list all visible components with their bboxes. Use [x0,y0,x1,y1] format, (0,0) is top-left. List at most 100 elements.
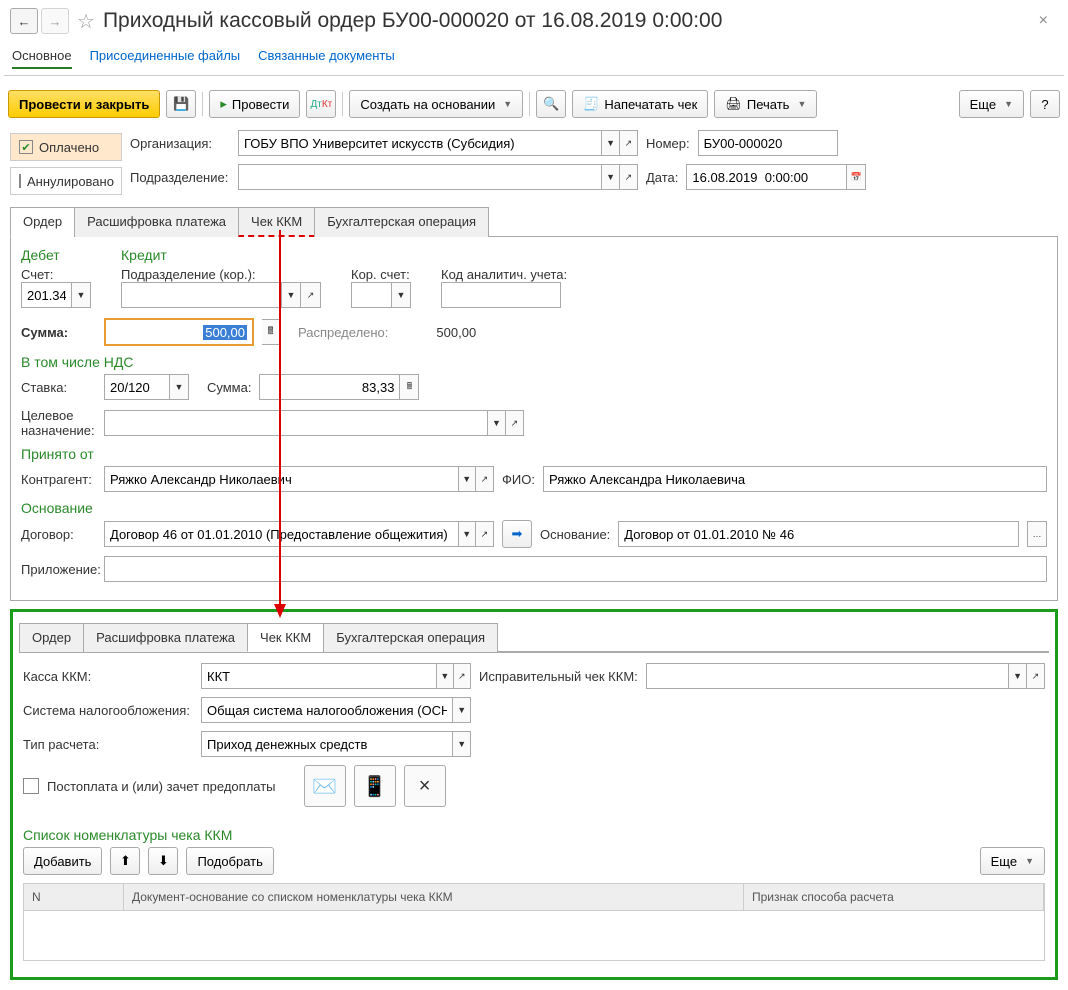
dropdown-button[interactable]: ▼ [487,410,505,436]
open-button[interactable]: ↗ [506,410,524,436]
dropdown-button[interactable]: ▼ [169,374,189,400]
taxsys-input[interactable] [201,697,452,723]
checkbox-empty-icon [19,174,21,188]
open-button[interactable]: ↗ [1027,663,1045,689]
dropdown-button[interactable]: ▼ [601,130,619,156]
paid-checkbox[interactable]: ✔Оплачено [10,133,122,161]
attachment-label: Приложение: [21,562,96,577]
arrow-down-icon: ⬇ [158,853,169,869]
clear-button[interactable]: × [404,765,446,807]
calendar-button[interactable]: 📅 [846,164,866,190]
ellipsis-button[interactable]: … [1027,521,1047,547]
phone-button[interactable]: 📱 [354,765,396,807]
tab2-kkm[interactable]: Чек ККМ [247,623,324,652]
col-sign: Признак способа расчета [744,884,1044,910]
kkm-tab-content: Касса ККМ: ▼↗ Исправительный чек ККМ: ▼↗… [19,652,1049,971]
contractor-input[interactable] [104,466,458,492]
analytic-label: Код аналитич. учета: [441,267,567,282]
annulled-checkbox[interactable]: Аннулировано [10,167,122,195]
move-down-button[interactable]: ⬇ [148,847,178,875]
corr-check-label: Исправительный чек ККМ: [479,669,638,684]
print-button[interactable]: 🖨Печать▼ [714,90,817,118]
dropdown-button[interactable]: ▼ [458,466,476,492]
more2-button[interactable]: Еще▼ [980,847,1045,875]
org-input[interactable] [238,130,601,156]
nav-back-button[interactable]: ← [10,8,38,34]
dropdown-button[interactable]: ▼ [458,521,476,547]
dropdown-button[interactable]: ▼ [452,731,471,757]
analytic-input[interactable] [441,282,561,308]
tab-decode[interactable]: Расшифровка платежа [74,207,239,237]
open-button[interactable]: ↗ [476,521,494,547]
attachment-input[interactable] [104,556,1047,582]
account-input[interactable] [21,282,71,308]
dropdown-button[interactable]: ▼ [391,282,411,308]
open-button[interactable]: ↗ [454,663,471,689]
basis-input[interactable] [618,521,1019,547]
cor-acc-label: Кор. счет: [351,267,411,282]
number-input[interactable] [698,130,838,156]
contract-input[interactable] [104,521,458,547]
section-tab-related[interactable]: Связанные документы [258,44,395,69]
cor-acc-input[interactable] [351,282,391,308]
create-based-button[interactable]: Создать на основании▼ [349,90,523,118]
postpay-checkbox[interactable] [23,778,39,794]
help-button[interactable]: ? [1030,90,1060,118]
purpose-input[interactable] [104,410,487,436]
fio-input[interactable] [543,466,1047,492]
printer-icon: 🖨 [725,96,742,112]
more-button[interactable]: Еще▼ [959,90,1024,118]
cashbox-input[interactable] [201,663,436,689]
save-button[interactable]: 💾 [166,90,196,118]
dtkt-button[interactable]: ДтКт [306,90,336,118]
search-button[interactable]: 🔍 [536,90,566,118]
open-button[interactable]: ↗ [620,130,638,156]
date-input[interactable] [686,164,846,190]
arrow-right-icon: ➡ [512,526,523,542]
email-button[interactable]: ✉️ [304,765,346,807]
rate-input[interactable] [104,374,169,400]
cor-div-input[interactable] [121,282,281,308]
post-button[interactable]: ▸Провести [209,90,300,118]
pick-button[interactable]: Подобрать [186,847,273,875]
tab2-decode[interactable]: Расшифровка платежа [83,623,248,652]
tab2-order[interactable]: Ордер [19,623,84,652]
close-button[interactable]: × [1039,12,1048,30]
post-and-close-button[interactable]: Провести и закрыть [8,90,160,118]
tab2-accounting[interactable]: Бухгалтерская операция [323,623,498,652]
tab-order[interactable]: Ордер [10,207,75,237]
print-check-button[interactable]: 🧾Напечатать чек [572,90,708,118]
save-icon: 💾 [173,96,189,112]
postpay-label: Постоплата и (или) зачет предоплаты [47,779,276,794]
tab-kkm[interactable]: Чек ККМ [238,207,315,237]
purpose-label: Целевое назначение: [21,408,96,438]
dropdown-button[interactable]: ▼ [452,697,471,723]
dropdown-button[interactable]: ▼ [71,282,91,308]
dropdown-button[interactable]: ▼ [601,164,619,190]
calc-button[interactable]: 🖩 [399,374,419,400]
corr-check-input[interactable] [646,663,1009,689]
open-button[interactable]: ↗ [476,466,494,492]
separator [529,92,530,116]
contractor-label: Контрагент: [21,472,96,487]
section-tab-main[interactable]: Основное [12,44,72,69]
sum-input[interactable]: 500,00 [104,318,254,346]
add-button[interactable]: Добавить [23,847,102,875]
tab-accounting[interactable]: Бухгалтерская операция [314,207,489,237]
calctype-input[interactable] [201,731,452,757]
open-button[interactable]: ↗ [620,164,638,190]
nav-forward-button[interactable]: → [41,8,69,34]
search-icon: 🔍 [543,96,559,112]
vat-sum-input[interactable] [259,374,399,400]
dropdown-button[interactable]: ▼ [281,282,301,308]
move-up-button[interactable]: ⬆ [110,847,140,875]
section-tab-files[interactable]: Присоединенные файлы [90,44,241,69]
dropdown-button[interactable]: ▼ [1008,663,1026,689]
fill-button[interactable]: ➡ [502,520,532,548]
star-icon[interactable]: ☆ [77,9,95,34]
open-button[interactable]: ↗ [301,282,321,308]
dropdown-button[interactable]: ▼ [436,663,454,689]
calc-button[interactable]: 🖩 [262,319,280,345]
division-input[interactable] [238,164,601,190]
table-body[interactable] [23,911,1045,961]
